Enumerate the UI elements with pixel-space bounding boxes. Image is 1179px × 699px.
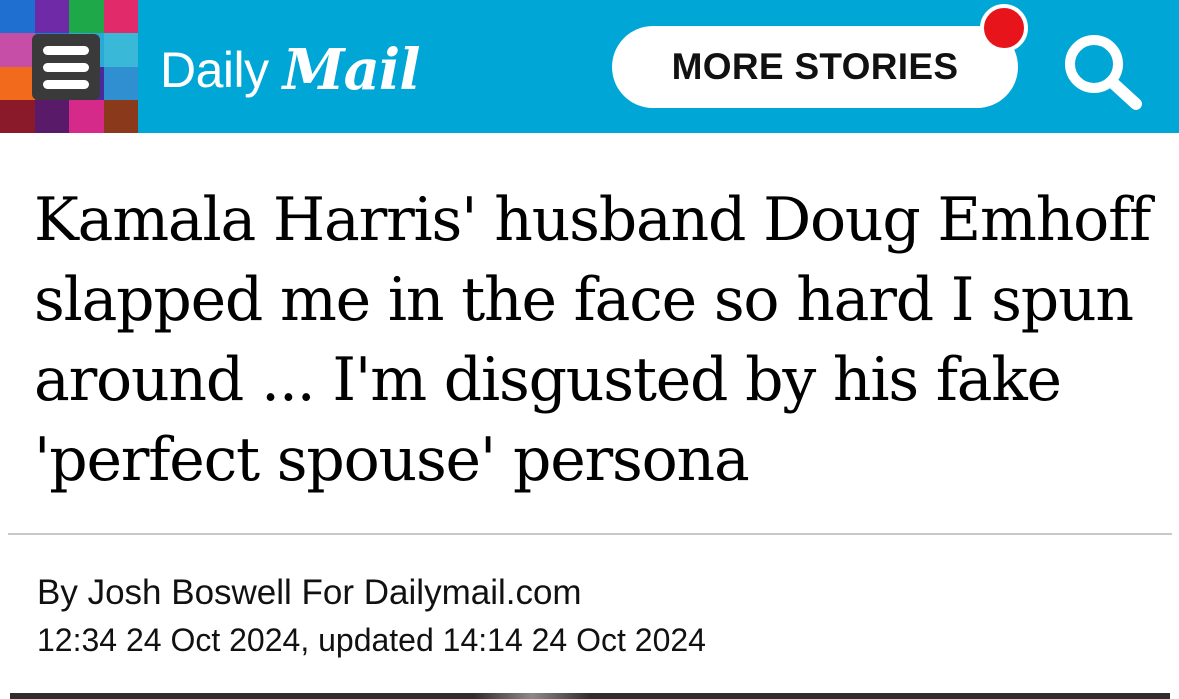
article-headline: Kamala Harris' husband Doug Emhoff slapp… bbox=[34, 185, 1151, 495]
divider bbox=[8, 533, 1172, 535]
logo-word-mail: Mail bbox=[282, 37, 421, 103]
daily-mail-logo[interactable]: Daily Mail bbox=[160, 30, 421, 110]
menu-button[interactable] bbox=[0, 0, 138, 133]
search-button[interactable] bbox=[1058, 28, 1148, 112]
next-content-edge bbox=[10, 693, 1170, 699]
more-stories-label: MORE STORIES bbox=[671, 46, 959, 87]
more-stories-button[interactable]: MORE STORIES bbox=[612, 26, 1018, 108]
notification-dot bbox=[980, 4, 1028, 52]
logo-word-daily: Daily bbox=[160, 42, 269, 98]
article-byline: By Josh Boswell For Dailymail.com bbox=[37, 573, 582, 612]
article-timestamp: 12:34 24 Oct 2024, updated 14:14 24 Oct … bbox=[37, 622, 706, 658]
site-header: Daily Mail MORE STORIES bbox=[0, 0, 1179, 133]
search-icon bbox=[1065, 35, 1142, 110]
hamburger-icon bbox=[32, 34, 100, 100]
article-page: Daily Mail MORE STORIES Kamala Harris' h… bbox=[0, 0, 1179, 699]
